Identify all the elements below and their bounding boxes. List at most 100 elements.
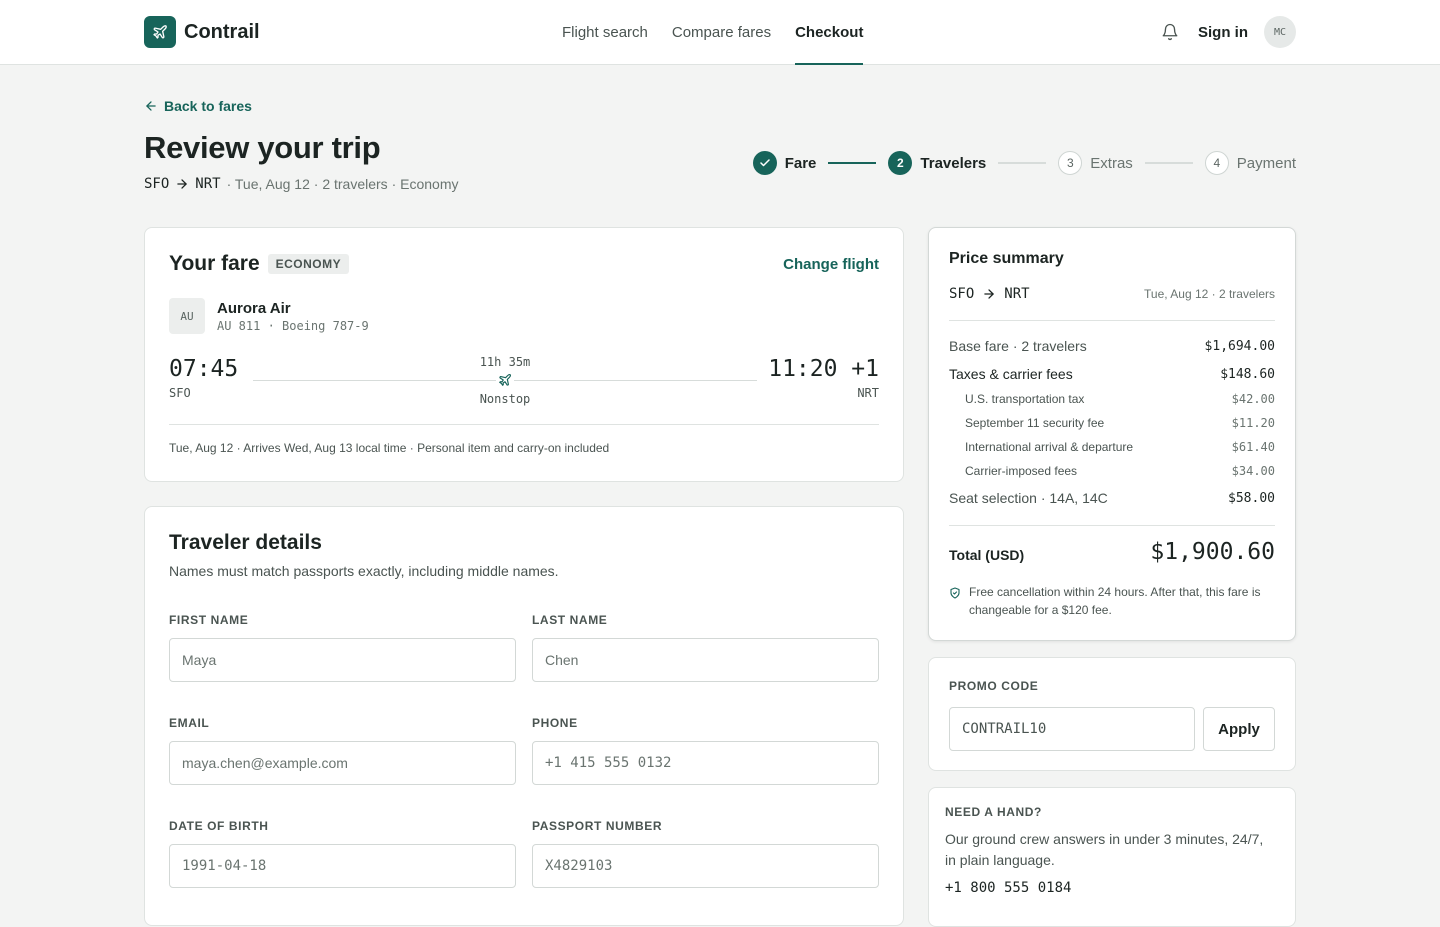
step-fare[interactable]: Fare bbox=[752, 151, 817, 175]
arrow-right-icon bbox=[984, 289, 995, 299]
fare-card: Your fare ECONOMY Change flight AU Auror… bbox=[144, 227, 904, 482]
step-label: Extras bbox=[1090, 154, 1133, 172]
tax-item-label: September 11 security fee bbox=[965, 416, 1105, 430]
apply-promo-button[interactable]: Apply bbox=[1203, 707, 1275, 751]
tax-item-value: $11.20 bbox=[1231, 416, 1275, 430]
departure-code: SFO bbox=[169, 386, 191, 400]
step-payment[interactable]: 4 Payment bbox=[1204, 151, 1296, 175]
step-travelers[interactable]: 2 Travelers bbox=[888, 151, 986, 175]
tax-item-row: International arrival & departure $61.40 bbox=[965, 440, 1275, 454]
plane-icon bbox=[496, 373, 514, 392]
step-connector bbox=[1144, 162, 1193, 164]
price-summary-title: Price summary bbox=[949, 250, 1064, 267]
fare-note: Tue, Aug 12 · Arrives Wed, Aug 13 local … bbox=[169, 441, 610, 455]
stops-label: Nonstop bbox=[479, 392, 531, 406]
last-name-label: LAST NAME bbox=[532, 613, 608, 627]
step-label: Payment bbox=[1236, 154, 1296, 172]
nav-compare-fares[interactable]: Compare fares bbox=[672, 0, 771, 64]
page-title: Review your trip bbox=[144, 130, 381, 165]
step-connector bbox=[828, 162, 877, 164]
header-actions: Sign in MC bbox=[1160, 16, 1296, 48]
cabin-badge: ECONOMY bbox=[267, 254, 350, 274]
step-number: 4 bbox=[1204, 151, 1229, 175]
avatar[interactable]: MC bbox=[1264, 16, 1296, 48]
arrival-code: NRT bbox=[857, 386, 879, 400]
last-name-input[interactable]: Chen bbox=[532, 638, 879, 682]
sign-in-link[interactable]: Sign in bbox=[1198, 24, 1248, 41]
cancellation-note: Free cancellation within 24 hours. After… bbox=[949, 583, 1275, 619]
first-name-label: FIRST NAME bbox=[169, 613, 249, 627]
nav-checkout[interactable]: Checkout bbox=[795, 0, 864, 65]
summary-destination: NRT bbox=[1004, 286, 1030, 302]
first-name-input[interactable]: Maya bbox=[169, 638, 516, 682]
destination-code: NRT bbox=[195, 176, 221, 192]
step-label: Travelers bbox=[920, 154, 987, 172]
help-card: NEED A HAND? Our ground crew answers in … bbox=[928, 787, 1296, 927]
origin-code: SFO bbox=[144, 176, 170, 192]
change-flight-link[interactable]: Change flight bbox=[783, 256, 879, 273]
arrow-right-icon bbox=[177, 179, 188, 189]
promo-code-card: PROMO CODE CONTRAIL10 Apply bbox=[928, 657, 1296, 771]
step-extras[interactable]: 3 Extras bbox=[1058, 151, 1133, 175]
tax-item-row: Carrier-imposed fees $34.00 bbox=[965, 464, 1275, 478]
step-number: 2 bbox=[888, 151, 913, 175]
tax-item-row: September 11 security fee $11.20 bbox=[965, 416, 1275, 430]
dob-input[interactable]: 1991-04-18 bbox=[169, 844, 516, 888]
nav-flight-search[interactable]: Flight search bbox=[562, 0, 648, 64]
base-fare-label: Base fare · 2 travelers bbox=[949, 338, 1087, 354]
total-label: Total (USD) bbox=[949, 547, 1025, 563]
price-summary-card: Price summary SFO NRT Tue, Aug 12 · 2 tr… bbox=[928, 227, 1296, 641]
bell-icon[interactable] bbox=[1160, 22, 1180, 42]
email-input[interactable]: maya.chen@example.com bbox=[169, 741, 516, 785]
tax-item-value: $34.00 bbox=[1231, 464, 1275, 478]
total-value: $1,900.60 bbox=[1150, 539, 1275, 565]
seat-selection-row: Seat selection · 14A, 14C $58.00 bbox=[949, 490, 1275, 506]
phone-input[interactable]: +1 415 555 0132 bbox=[532, 741, 879, 785]
help-text: Our ground crew answers in under 3 minut… bbox=[945, 831, 1264, 868]
airline-name: Aurora Air bbox=[217, 299, 291, 317]
phone-field: PHONE +1 415 555 0132 bbox=[532, 716, 879, 785]
plane-icon bbox=[144, 16, 176, 48]
taxes-row: Taxes & carrier fees $148.60 bbox=[949, 366, 1275, 382]
arrival: 11:20 +1 NRT bbox=[768, 356, 879, 400]
phone-label: PHONE bbox=[532, 716, 578, 730]
airline-info: AU Aurora Air AU 811 · Boeing 787-9 bbox=[169, 298, 369, 334]
fare-header: Your fare ECONOMY bbox=[169, 252, 350, 276]
tax-item-value: $61.40 bbox=[1231, 440, 1275, 454]
taxes-label: Taxes & carrier fees bbox=[949, 366, 1073, 382]
back-label: Back to fares bbox=[164, 98, 252, 114]
base-fare-value: $1,694.00 bbox=[1204, 338, 1275, 354]
brand-name: Contrail bbox=[184, 20, 260, 43]
help-label: NEED A HAND? bbox=[945, 805, 1042, 819]
last-name-field: LAST NAME Chen bbox=[532, 613, 879, 682]
passport-field: PASSPORT NUMBER X4829103 bbox=[532, 819, 879, 888]
help-phone[interactable]: +1 800 555 0184 bbox=[945, 880, 1071, 896]
tax-item-label: Carrier-imposed fees bbox=[965, 464, 1078, 478]
summary-route: SFO NRT bbox=[949, 286, 1030, 302]
departure-time: 07:45 bbox=[169, 356, 239, 382]
departure: 07:45 SFO bbox=[169, 356, 238, 400]
route-line: 11h 35m Nonstop bbox=[253, 355, 757, 406]
traveler-title: Traveler details bbox=[169, 531, 322, 554]
promo-code-input[interactable]: CONTRAIL10 bbox=[949, 707, 1195, 751]
flight-timeline: 07:45 SFO 11h 35m Nonstop 11:20 +1 NRT bbox=[169, 355, 879, 412]
first-name-field: FIRST NAME Maya bbox=[169, 613, 516, 682]
divider bbox=[949, 525, 1275, 526]
cancellation-text: Free cancellation within 24 hours. After… bbox=[969, 585, 1261, 617]
tax-item-row: U.S. transportation tax $42.00 bbox=[965, 392, 1275, 406]
step-label: Fare bbox=[784, 154, 817, 172]
main-nav: Flight search Compare fares Checkout bbox=[562, 0, 864, 65]
step-number: 3 bbox=[1058, 151, 1083, 175]
passport-input[interactable]: X4829103 bbox=[532, 844, 879, 888]
step-connector bbox=[998, 162, 1047, 164]
brand[interactable]: Contrail bbox=[144, 16, 260, 48]
seat-selection-label: Seat selection · 14A, 14C bbox=[949, 490, 1108, 506]
back-to-fares-link[interactable]: Back to fares bbox=[144, 98, 252, 114]
email-field: EMAIL maya.chen@example.com bbox=[169, 716, 516, 785]
dob-field: DATE OF BIRTH 1991-04-18 bbox=[169, 819, 516, 888]
top-bar: Contrail Flight search Compare fares Che… bbox=[0, 0, 1440, 65]
airline-logo: AU bbox=[169, 298, 205, 334]
promo-label: PROMO CODE bbox=[949, 679, 1039, 693]
passport-label: PASSPORT NUMBER bbox=[532, 819, 663, 833]
tax-item-label: U.S. transportation tax bbox=[965, 392, 1085, 406]
